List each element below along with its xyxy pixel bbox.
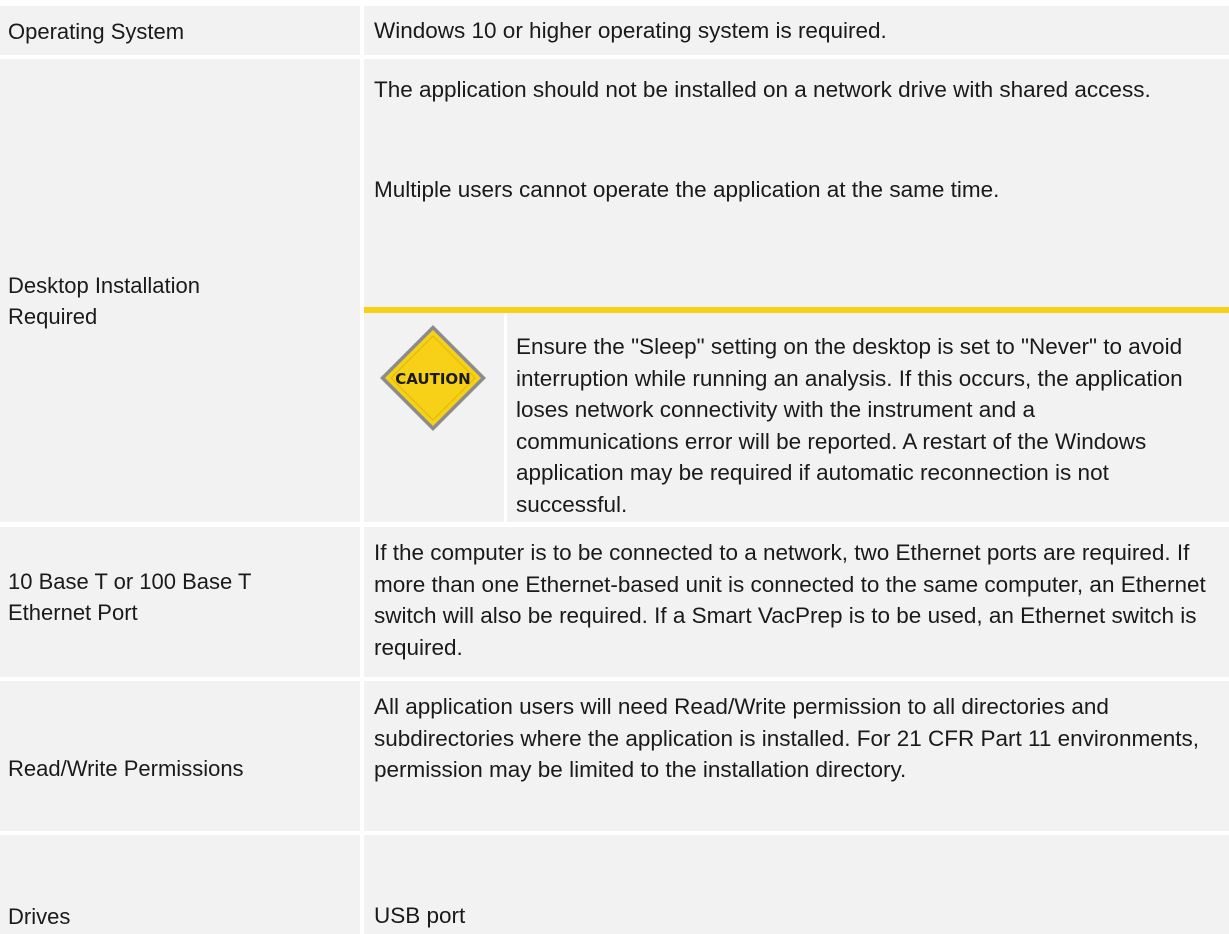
table-row-operating-system: Operating System Windows 10 or higher op… — [0, 6, 1229, 55]
row-value: If the computer is to be connected to a … — [374, 540, 1206, 660]
row-label: Drives — [8, 904, 71, 929]
value-cell: Windows 10 or higher operating system is… — [364, 6, 1229, 55]
caution-sign-text: CAUTION — [395, 370, 470, 388]
value-cell: USB port — [364, 835, 1229, 934]
value-cell: If the computer is to be connected to a … — [364, 527, 1229, 677]
label-cell: Operating System — [0, 6, 360, 55]
row-label-line: Required — [8, 304, 98, 329]
row-label: Read/Write Permissions — [8, 756, 244, 781]
table-row-ethernet-port: 10 Base T or 100 Base T Ethernet Port If… — [0, 527, 1229, 677]
table-row-drives: Drives USB port — [0, 835, 1229, 934]
row-value: USB port — [374, 903, 466, 928]
value-cell: The application should not be installed … — [364, 59, 1229, 579]
caution-text: Ensure the "Sleep" setting on the deskto… — [516, 334, 1183, 517]
label-cell: Desktop Installation Required — [0, 59, 360, 522]
row-label: 10 Base T or 100 Base T Ethernet Port — [8, 566, 353, 628]
row-value-paragraph: Multiple users cannot operate the applic… — [374, 177, 1000, 202]
row-value: Windows 10 or higher operating system is… — [374, 18, 887, 43]
row-label: Operating System — [8, 19, 185, 44]
row-value: All application users will need Read/Wri… — [374, 694, 1199, 782]
row-value-paragraph: The application should not be installed … — [374, 77, 1151, 102]
label-cell: Read/Write Permissions — [0, 681, 360, 831]
row-label-line: 10 Base T or 100 Base T — [8, 569, 252, 594]
table-row-desktop-installation: Desktop Installation Required The applic… — [0, 59, 1229, 579]
caution-sign-icon: CAUTION — [380, 325, 486, 431]
label-cell: 10 Base T or 100 Base T Ethernet Port — [0, 527, 360, 677]
row-label-line: Desktop Installation — [8, 273, 200, 298]
value-cell: All application users will need Read/Wri… — [364, 681, 1229, 831]
row-label: Desktop Installation Required — [8, 270, 353, 332]
table-row-read-write-permissions: Read/Write Permissions All application u… — [0, 681, 1229, 831]
row-label-line: Ethernet Port — [8, 600, 138, 625]
label-cell: Drives — [0, 835, 360, 934]
